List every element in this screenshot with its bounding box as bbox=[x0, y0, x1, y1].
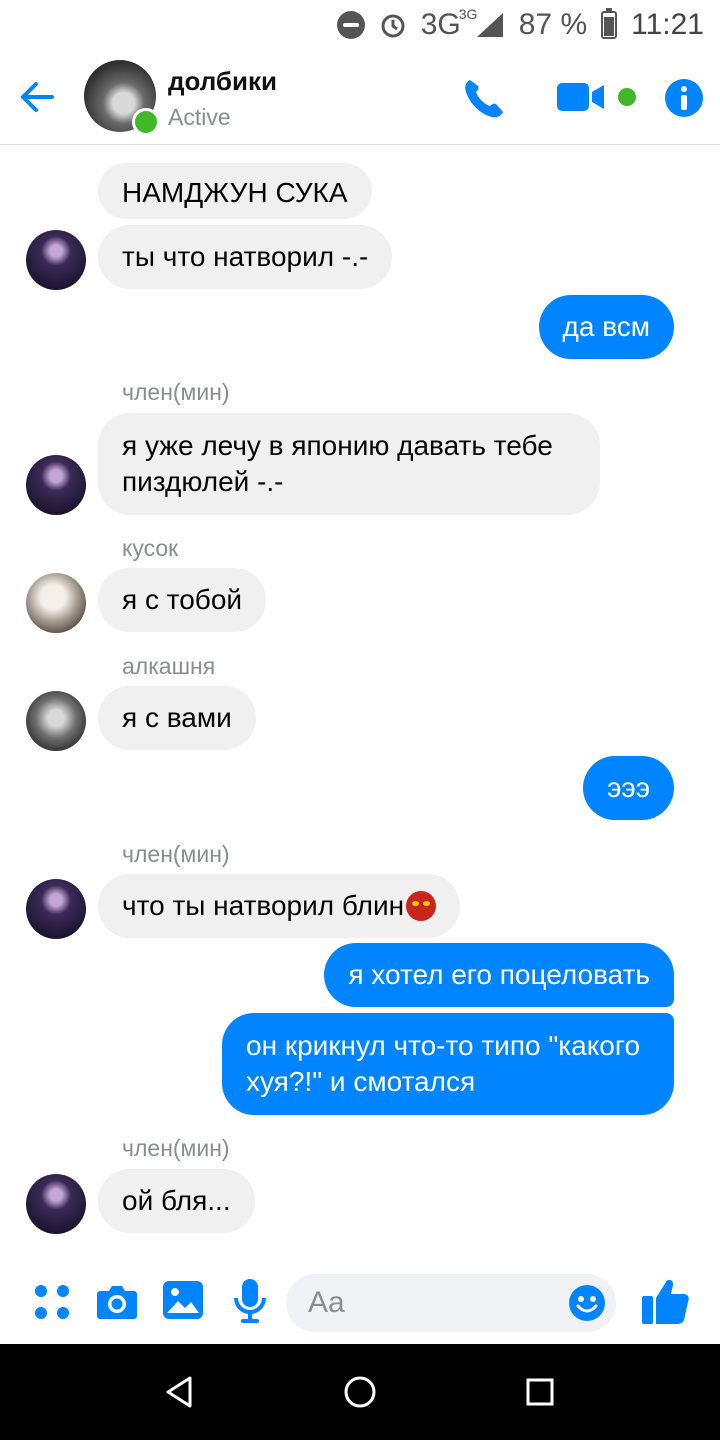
battery-percent: 87 % bbox=[518, 8, 588, 41]
message-bubble-incoming[interactable]: НАМДЖУН СУКА bbox=[98, 163, 372, 219]
gallery-icon[interactable] bbox=[162, 1280, 204, 1320]
video-call-icon[interactable] bbox=[556, 80, 606, 114]
message-bubble-outgoing[interactable]: я хотел его поцеловать bbox=[324, 943, 674, 1007]
sender-avatar[interactable] bbox=[26, 1174, 86, 1234]
message-input[interactable]: Aa bbox=[286, 1274, 616, 1332]
message-list[interactable]: НАМДЖУН СУКА ты что натворил -.- да всм … bbox=[0, 145, 720, 1265]
camera-icon[interactable] bbox=[96, 1282, 138, 1320]
message-bubble-outgoing[interactable]: он крикнул что-то типо "какого хуя?!" и … bbox=[222, 1013, 674, 1115]
sender-avatar[interactable] bbox=[26, 573, 86, 633]
battery-icon bbox=[601, 8, 618, 39]
sender-name: кусок bbox=[122, 535, 179, 561]
nav-recent-apps-icon[interactable] bbox=[520, 1372, 560, 1412]
do-not-disturb-icon bbox=[336, 11, 365, 39]
message-bubble-incoming[interactable]: я уже лечу в японию давать тебе пиздюлей… bbox=[98, 413, 600, 515]
message-bubble-incoming[interactable]: ой бля... bbox=[98, 1169, 255, 1233]
sender-avatar[interactable] bbox=[26, 455, 86, 515]
message-text: что ты натворил блин bbox=[122, 890, 405, 921]
chat-status: Active bbox=[168, 104, 231, 130]
message-bubble-incoming[interactable]: что ты натворил блин bbox=[98, 874, 461, 938]
message-input-placeholder: Aa bbox=[308, 1286, 345, 1319]
thumbs-up-icon[interactable] bbox=[640, 1276, 690, 1326]
sender-name: член(мин) bbox=[122, 1135, 230, 1161]
info-icon[interactable] bbox=[664, 78, 704, 118]
phone-call-icon[interactable] bbox=[462, 76, 506, 120]
emoji-icon[interactable] bbox=[568, 1284, 606, 1322]
video-active-dot bbox=[618, 88, 636, 106]
sender-avatar[interactable] bbox=[26, 879, 86, 939]
sender-name: алкашня bbox=[122, 653, 216, 679]
system-navigation-bar bbox=[0, 1344, 720, 1440]
chat-header: долбики Active bbox=[0, 50, 720, 145]
sender-avatar[interactable] bbox=[26, 691, 86, 751]
message-bubble-outgoing[interactable]: эээ bbox=[583, 756, 674, 820]
nav-back-icon[interactable] bbox=[160, 1372, 200, 1412]
message-bubble-incoming[interactable]: я с тобой bbox=[98, 568, 267, 632]
back-arrow-icon[interactable] bbox=[18, 78, 56, 116]
message-bubble-incoming[interactable]: ты что натворил -.- bbox=[98, 225, 393, 289]
chat-title[interactable]: долбики bbox=[168, 66, 277, 97]
message-bubble-outgoing[interactable]: да всм bbox=[538, 295, 674, 359]
microphone-icon[interactable] bbox=[232, 1278, 268, 1324]
online-indicator bbox=[132, 108, 160, 136]
sender-name: член(мин) bbox=[122, 841, 230, 867]
clock: 11:21 bbox=[631, 8, 704, 41]
nav-home-icon[interactable] bbox=[340, 1372, 380, 1412]
more-actions-icon[interactable] bbox=[32, 1282, 72, 1322]
sender-avatar[interactable] bbox=[26, 230, 86, 290]
network-type: 3G 3G bbox=[420, 6, 478, 41]
alarm-icon bbox=[381, 14, 405, 38]
signal-icon bbox=[476, 13, 503, 37]
sender-name: член(мин) bbox=[122, 379, 230, 405]
message-bubble-incoming[interactable]: я с вами bbox=[98, 686, 256, 750]
status-bar: 3G 3G 87 % 11:21 bbox=[0, 0, 720, 50]
message-composer: Aa bbox=[0, 1266, 720, 1344]
devil-face-icon bbox=[406, 891, 437, 921]
